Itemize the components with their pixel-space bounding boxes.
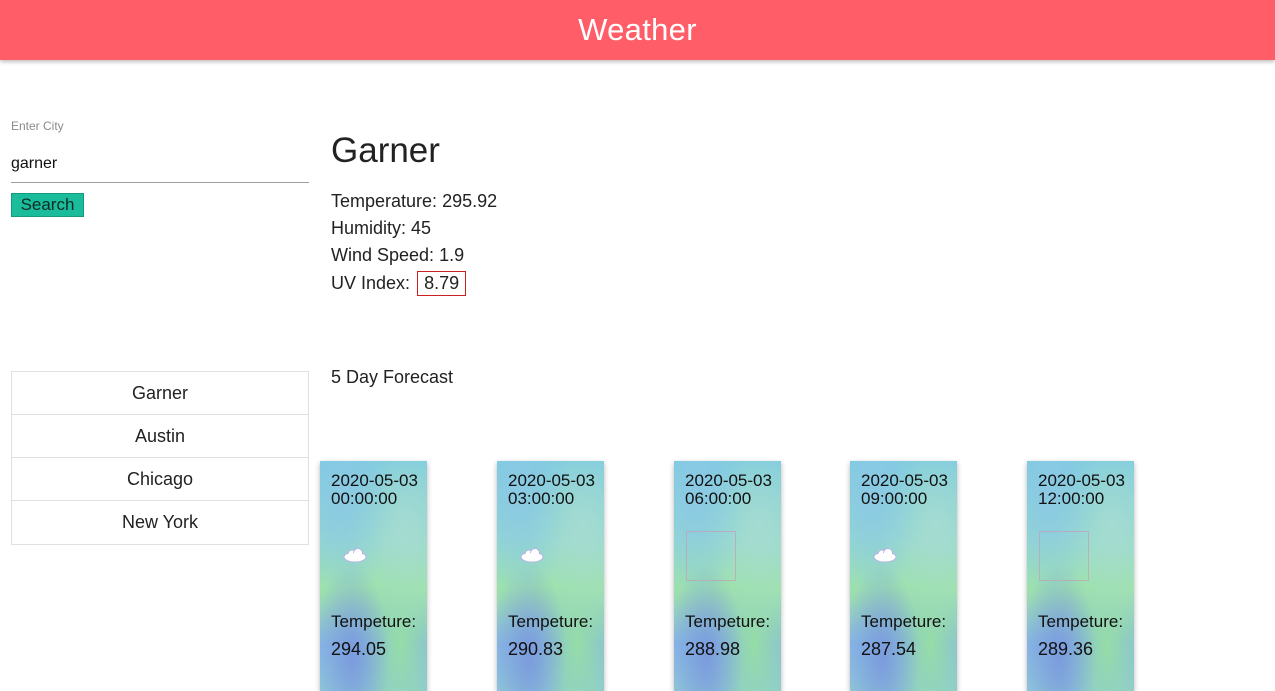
forecast-temp-value: 290.83 (508, 639, 564, 659)
current-city-name: Garner (331, 131, 440, 170)
forecast-temp-label: Tempeture: (331, 612, 417, 631)
temperature-line: Temperature: 295.92 (331, 191, 497, 212)
cloud-icon (873, 548, 897, 563)
forecast-date: 2020-05-03 12:00:00 (1038, 471, 1125, 508)
forecast-temp-label: Tempeture: (861, 612, 947, 631)
forecast-temp-value: 287.54 (861, 639, 917, 659)
forecast-card: 2020-05-03 09:00:00 Tempeture: 287.54 (850, 461, 957, 691)
cloud-icon (520, 548, 544, 563)
humidity-label: Humidity: (331, 218, 407, 238)
history-item-new-york[interactable]: New York (12, 501, 308, 544)
wind-speed-value: 1.9 (439, 245, 465, 265)
city-input-label: Enter City (11, 119, 64, 133)
search-history-list: Garner Austin Chicago New York (11, 371, 309, 545)
history-item-garner[interactable]: Garner (12, 372, 308, 415)
history-item-austin[interactable]: Austin (12, 415, 308, 458)
forecast-date: 2020-05-03 00:00:00 (331, 471, 418, 508)
wind-speed-line: Wind Speed: 1.9 (331, 245, 464, 266)
forecast-date: 2020-05-03 03:00:00 (508, 471, 595, 508)
forecast-temp-label: Tempeture: (1038, 612, 1124, 631)
forecast-temp-label: Tempeture: (685, 612, 771, 631)
forecast-date: 2020-05-03 06:00:00 (685, 471, 772, 508)
forecast-title: 5 Day Forecast (331, 367, 454, 387)
temperature-label: Temperature: (331, 191, 438, 211)
forecast-temp-value: 289.36 (1038, 639, 1094, 659)
forecast-card: 2020-05-03 00:00:00 Tempeture: 294.05 (320, 461, 427, 691)
missing-image-icon (686, 531, 736, 581)
app-title: Weather (578, 12, 697, 47)
forecast-temp-label: Tempeture: (508, 612, 594, 631)
forecast-temp-value: 294.05 (331, 639, 387, 659)
search-button[interactable]: Search (11, 193, 84, 217)
forecast-card: 2020-05-03 12:00:00 Tempeture: 289.36 (1027, 461, 1134, 691)
city-search-input[interactable] (11, 146, 309, 183)
app-header: Weather (0, 0, 1275, 60)
forecast-temp-value: 288.98 (685, 639, 741, 659)
forecast-card: 2020-05-03 06:00:00 Tempeture: 288.98 (674, 461, 781, 691)
uv-index-line: UV Index: 8.79 (331, 271, 467, 296)
history-item-chicago[interactable]: Chicago (12, 458, 308, 501)
cloud-icon (343, 548, 367, 563)
uv-index-badge: 8.79 (417, 271, 467, 296)
forecast-card: 2020-05-03 03:00:00 Tempeture: 290.83 (497, 461, 604, 691)
temperature-value: 295.92 (442, 191, 498, 211)
uv-index-label: UV Index: (331, 273, 411, 293)
wind-speed-label: Wind Speed: (331, 245, 435, 265)
humidity-value: 45 (411, 218, 432, 238)
forecast-date: 2020-05-03 09:00:00 (861, 471, 948, 508)
missing-image-icon (1039, 531, 1089, 581)
humidity-line: Humidity: 45 (331, 218, 431, 239)
